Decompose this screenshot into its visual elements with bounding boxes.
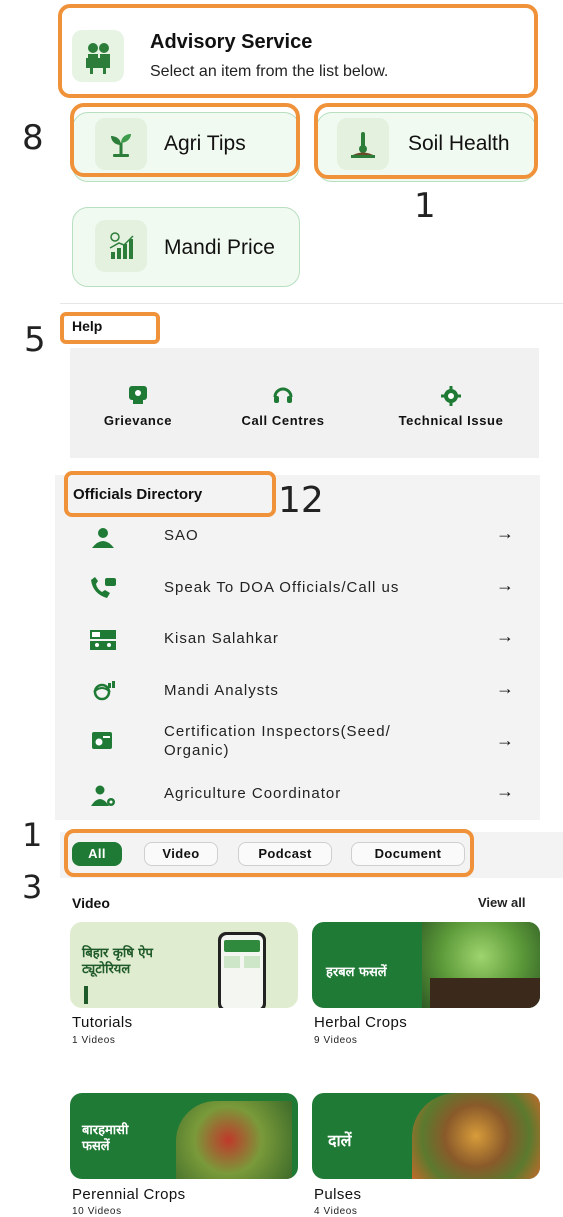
price-chart-icon [95,220,147,272]
video-heading: Video [72,895,110,911]
annotation-number: 12 [278,480,324,521]
technical-issue-button[interactable]: Technical Issue [380,385,522,428]
directory-row-label: Kisan Salahkar [164,630,279,647]
phone-illustration [218,932,266,1008]
annotation-number: 5 [24,320,46,360]
annotation-number: 1 [414,186,436,226]
help-title: Help [72,318,103,334]
certificate-icon [88,730,118,754]
grievance-icon [88,385,188,407]
call-centres-label: Call Centres [241,413,325,428]
officials-directory-title: Officials Directory [73,486,203,503]
mandi-price-label: Mandi Price [164,236,275,259]
filter-chip-video[interactable]: Video [144,842,218,866]
phone-icon [88,576,118,600]
herbal-crops-title[interactable]: Herbal Crops [314,1014,407,1031]
advisory-subtitle: Select an item from the list below. [150,63,389,80]
decor-mark [84,986,88,1004]
advisory-title: Advisory Service [150,31,313,53]
coordinator-icon [88,784,118,808]
grievance-button[interactable]: Grievance [88,385,188,428]
grievance-label: Grievance [103,413,173,428]
section-divider [60,303,563,304]
thumbnail-text: दालें [328,1131,352,1150]
pulses-image [412,1093,540,1179]
directory-row-certification-inspectors[interactable]: Certification Inspectors(Seed/ Organic) … [88,722,528,766]
directory-row-sao[interactable]: SAO → [88,523,528,564]
thumbnail-text: बारहमासी [82,1123,129,1138]
perennial-crops-title[interactable]: Perennial Crops [72,1186,186,1203]
advisor-desk-icon [72,30,124,82]
thumbnail-text: ट्यूटोरियल [82,962,131,977]
tutorials-title[interactable]: Tutorials [72,1014,133,1031]
annotation-number: 1 [22,816,43,854]
annotation-number: 3 [22,868,43,906]
directory-row-label: Agriculture Coordinator [164,785,342,802]
perennial-crops-thumbnail[interactable]: बारहमासी फसलें [70,1093,298,1179]
arrow-right-icon: → [496,678,514,698]
directory-row-label: SAO [164,527,199,544]
directory-row-label: Speak To DOA Officials/Call us [164,579,400,596]
arrow-right-icon: → [496,575,514,595]
herbal-crops-thumbnail[interactable]: हरबल फसलें [312,922,540,1008]
arrow-right-icon: → [496,626,514,646]
arrow-right-icon: → [496,781,514,801]
filter-chip-document[interactable]: Document [351,842,465,866]
advisor-icon [88,628,118,652]
agri-tips-label: Agri Tips [164,132,246,155]
directory-row-label: Mandi Analysts [164,682,279,699]
thumbnail-text: फसलें [82,1139,110,1154]
technical-issue-label: Technical Issue [398,413,504,428]
directory-row-mandi-analysts[interactable]: Mandi Analysts → [88,678,528,718]
filter-chip-podcast[interactable]: Podcast [238,842,332,866]
pulses-thumbnail[interactable]: दालें [312,1093,540,1179]
sprout-icon [95,118,147,170]
tutorials-thumbnail[interactable]: बिहार कृषि ऐप ट्यूटोरियल [70,922,298,1008]
pulses-title[interactable]: Pulses [314,1186,361,1203]
thumbnail-text: बिहार कृषि ऐप [82,946,153,961]
view-all-link[interactable]: View all [478,895,525,910]
headset-icon [222,385,344,407]
herbal-crops-count: 9 Videos [314,1035,358,1046]
thumbnail-text: हरबल फसलें [326,965,387,980]
directory-row-label: Certification Inspectors(Seed/ Organic) [164,723,391,759]
fruit-image [176,1101,292,1179]
annotation-number: 8 [22,118,44,158]
directory-row-agriculture-coordinator[interactable]: Agriculture Coordinator → [88,781,528,822]
soil-health-label: Soil Health [408,132,510,155]
arrow-right-icon: → [496,523,514,543]
call-centres-button[interactable]: Call Centres [222,385,344,428]
directory-row-kisan-salahkar[interactable]: Kisan Salahkar → [88,626,528,666]
tutorials-count: 1 Videos [72,1035,116,1046]
analyst-icon [88,680,118,704]
arrow-right-icon: → [496,730,514,750]
soil-thermometer-icon [337,118,389,170]
pulses-count: 4 Videos [314,1206,358,1217]
directory-row-speak-doa[interactable]: Speak To DOA Officials/Call us → [88,574,528,614]
officer-icon [88,526,118,550]
perennial-crops-count: 10 Videos [72,1206,122,1217]
gear-icon [380,385,522,407]
filter-chip-all[interactable]: All [72,842,122,866]
